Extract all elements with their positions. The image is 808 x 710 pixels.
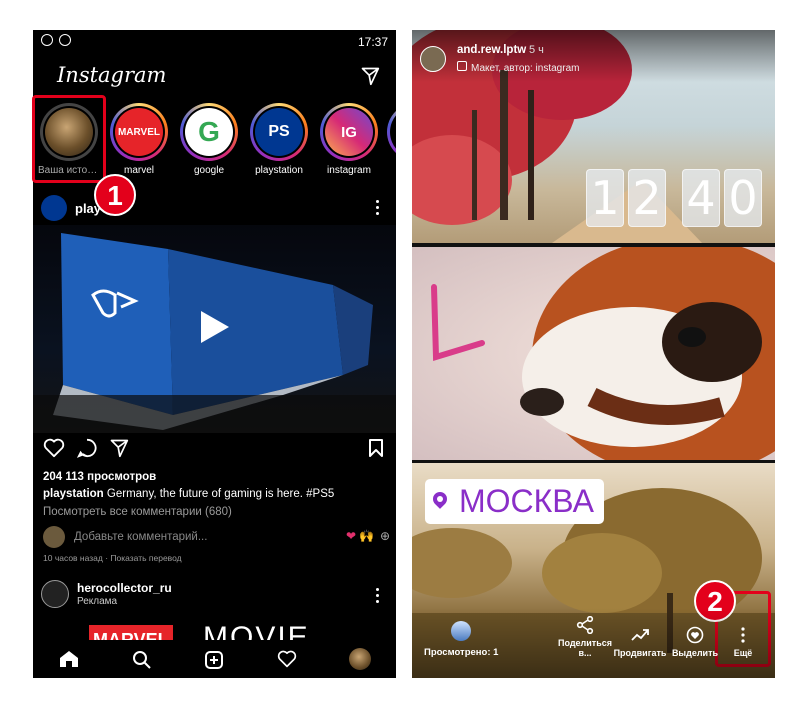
bookmark-icon[interactable] bbox=[368, 438, 384, 458]
promote-button[interactable]: Продвигать bbox=[612, 626, 668, 658]
story-google[interactable]: G google bbox=[178, 103, 240, 176]
own-avatar-small bbox=[43, 526, 65, 548]
highlight-icon bbox=[686, 626, 704, 644]
google-logo: G bbox=[185, 108, 233, 156]
story-author-avatar[interactable] bbox=[420, 46, 446, 72]
location-label: МОСКВА bbox=[459, 483, 594, 519]
location-sticker[interactable]: МОСКВА bbox=[425, 479, 604, 524]
ad-banner-movie: MOVIE bbox=[203, 624, 310, 640]
story-instagram[interactable]: IG instagram bbox=[318, 103, 380, 176]
story-playstation[interactable]: PS playstation bbox=[248, 103, 310, 176]
post-video[interactable] bbox=[33, 225, 396, 433]
viewed-count: Просмотрено: 1 bbox=[424, 647, 499, 658]
marvel-logo: MARVEL bbox=[115, 108, 163, 156]
ad-banner[interactable]: MARVEL MOVIE bbox=[33, 624, 396, 640]
highlight-label: Выделить bbox=[671, 648, 719, 658]
story-label: google bbox=[193, 165, 225, 176]
story-partial[interactable] bbox=[385, 103, 396, 161]
status-time: 17:37 bbox=[357, 35, 388, 49]
ad-username[interactable]: herocollector_ru bbox=[77, 581, 172, 595]
home-icon[interactable] bbox=[59, 650, 79, 668]
story-marvel[interactable]: MARVEL marvel bbox=[108, 103, 170, 176]
location-pin-icon bbox=[430, 489, 450, 509]
post-header: play bbox=[33, 193, 396, 223]
view-comments-link[interactable]: Посмотреть все комментарии (680) bbox=[43, 506, 232, 518]
post-actions bbox=[33, 438, 396, 464]
profile-avatar-icon[interactable] bbox=[349, 648, 371, 670]
like-icon[interactable] bbox=[43, 438, 65, 458]
play-icon[interactable] bbox=[199, 309, 231, 345]
step-badge-1: 1 bbox=[94, 174, 136, 216]
add-comment-input[interactable]: Добавьте комментарий... bbox=[74, 531, 207, 543]
layout-icon bbox=[457, 61, 467, 71]
post-avatar[interactable] bbox=[41, 195, 67, 221]
story-age: 5 ч bbox=[529, 44, 544, 56]
heart-emoji-button[interactable]: ❤ bbox=[346, 529, 356, 543]
more-button[interactable]: Ещё bbox=[715, 626, 771, 658]
views-count[interactable]: 204 113 просмотров bbox=[43, 471, 156, 483]
viewer-avatar bbox=[451, 621, 472, 641]
post-caption: playstation Germany, the future of gamin… bbox=[43, 488, 388, 500]
more-icon bbox=[741, 627, 745, 643]
bottom-nav bbox=[33, 640, 396, 678]
story-header: and.rew.lptw 5 ч Макет, автор: instagram bbox=[412, 30, 775, 82]
story-author-username[interactable]: and.rew.lptw bbox=[457, 44, 526, 56]
story-label: playstation bbox=[255, 165, 303, 176]
caption-text: Germany, the future of gaming is here. #… bbox=[103, 488, 335, 500]
highlight-own-story bbox=[32, 95, 106, 183]
more-label: Ещё bbox=[733, 648, 753, 658]
add-comment-row[interactable]: Добавьте комментарий... ❤ 🙌 ⊕ bbox=[43, 524, 390, 550]
viber-icon bbox=[59, 34, 71, 46]
search-icon[interactable] bbox=[132, 650, 152, 670]
story-label: instagram bbox=[327, 165, 371, 176]
clock-digit: 4 bbox=[682, 169, 720, 227]
share-to-label: Поделиться в... bbox=[557, 638, 612, 658]
story-layout-credit-text: Макет, автор: instagram bbox=[471, 63, 580, 74]
app-logo: Instagram bbox=[57, 63, 167, 87]
post-options-icon[interactable] bbox=[376, 200, 380, 218]
ad-banner-marvel: MARVEL bbox=[89, 625, 173, 640]
share-icon bbox=[576, 616, 594, 634]
share-icon[interactable] bbox=[109, 438, 129, 458]
hands-emoji-button[interactable]: 🙌 bbox=[359, 529, 374, 543]
status-bar: 17:37 bbox=[33, 30, 396, 52]
ad-header: herocollector_ru Реклама bbox=[33, 578, 396, 612]
ad-avatar[interactable] bbox=[41, 580, 69, 608]
comment-icon[interactable] bbox=[77, 438, 97, 458]
activity-icon[interactable] bbox=[277, 650, 297, 668]
caption-username[interactable]: playstation bbox=[43, 488, 104, 500]
whatsapp-icon bbox=[41, 34, 53, 46]
story-layout-credit[interactable]: Макет, автор: instagram bbox=[457, 61, 579, 74]
promote-label: Продвигать bbox=[613, 648, 667, 658]
new-post-icon[interactable] bbox=[204, 650, 224, 670]
story-panel-red-panda bbox=[412, 247, 775, 460]
post-meta: 10 часов назад · Показать перевод bbox=[43, 553, 182, 563]
ad-options-icon[interactable] bbox=[376, 588, 380, 606]
story-bottom-bar: Просмотрено: 1 Поделиться в... Продвигат… bbox=[412, 608, 775, 678]
direct-message-icon[interactable] bbox=[360, 66, 380, 86]
clock-digit: 1 bbox=[586, 169, 624, 227]
clock-digit: 2 bbox=[628, 169, 666, 227]
share-to-button[interactable]: Поделиться в... bbox=[557, 616, 613, 658]
viewers-button[interactable]: Просмотрено: 1 bbox=[424, 621, 498, 658]
ad-sponsored-label: Реклама bbox=[77, 596, 118, 607]
promote-icon bbox=[631, 629, 649, 641]
instagram-logo: IG bbox=[325, 108, 373, 156]
add-emoji-icon[interactable]: ⊕ bbox=[380, 529, 390, 543]
red-panda-photo bbox=[431, 247, 775, 460]
playstation-logo: PS bbox=[255, 108, 303, 156]
clock-digit: 0 bbox=[724, 169, 762, 227]
